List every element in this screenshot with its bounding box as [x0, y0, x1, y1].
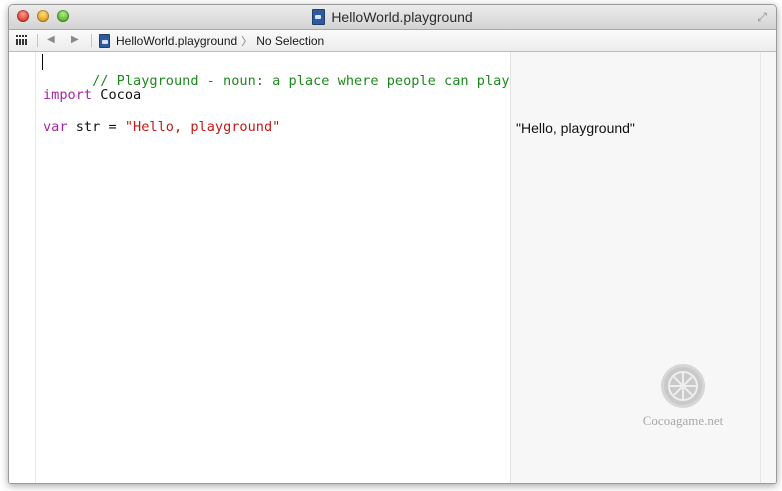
watermark: Cocoagame.net: [633, 364, 733, 429]
playground-file-icon: [312, 9, 326, 25]
chevron-right-icon: 〉: [241, 35, 253, 48]
jumpbar-divider: [37, 34, 38, 47]
result-value[interactable]: "Hello, playground": [516, 120, 635, 136]
code-comment: // Playground - noun: a place where peop…: [92, 73, 510, 89]
breadcrumb-selection[interactable]: No Selection: [256, 34, 324, 48]
code-editor[interactable]: // Playground - noun: a place where peop…: [9, 52, 776, 483]
line-gutter: [9, 52, 36, 483]
playground-window: HelloWorld.playground ⤢ ◀ ▶ HelloWorld.p…: [8, 4, 777, 484]
forward-arrow-icon[interactable]: ▶: [71, 33, 79, 47]
title-bar[interactable]: HelloWorld.playground ⤢: [9, 5, 776, 30]
watermark-text: Cocoagame.net: [642, 413, 724, 428]
code-identifier: Cocoa: [92, 87, 142, 103]
code-keyword: import: [43, 87, 93, 103]
breadcrumb: HelloWorld.playground 〉 No Selection: [99, 30, 324, 51]
code-identifier: str =: [67, 119, 125, 135]
code-line-2[interactable]: import Cocoa: [43, 86, 141, 104]
breadcrumb-file[interactable]: HelloWorld.playground: [116, 34, 237, 48]
back-arrow-icon[interactable]: ◀: [47, 33, 55, 47]
jump-bar: ◀ ▶ HelloWorld.playground 〉 No Selection: [9, 30, 776, 52]
code-keyword: var: [43, 119, 68, 135]
results-sidebar-edge: [760, 52, 776, 483]
watermark-logo: [661, 364, 705, 408]
jumpbar-divider: [91, 34, 92, 47]
code-line-3[interactable]: var str = "Hello, playground": [43, 118, 280, 136]
code-string-literal: "Hello, playground": [124, 119, 281, 135]
window-title: HelloWorld.playground: [9, 5, 776, 29]
playground-file-icon: [99, 33, 110, 48]
related-items-grid-icon[interactable]: [16, 35, 28, 45]
fullscreen-icon[interactable]: ⤢: [755, 10, 769, 24]
window-title-label: HelloWorld.playground: [331, 9, 473, 25]
